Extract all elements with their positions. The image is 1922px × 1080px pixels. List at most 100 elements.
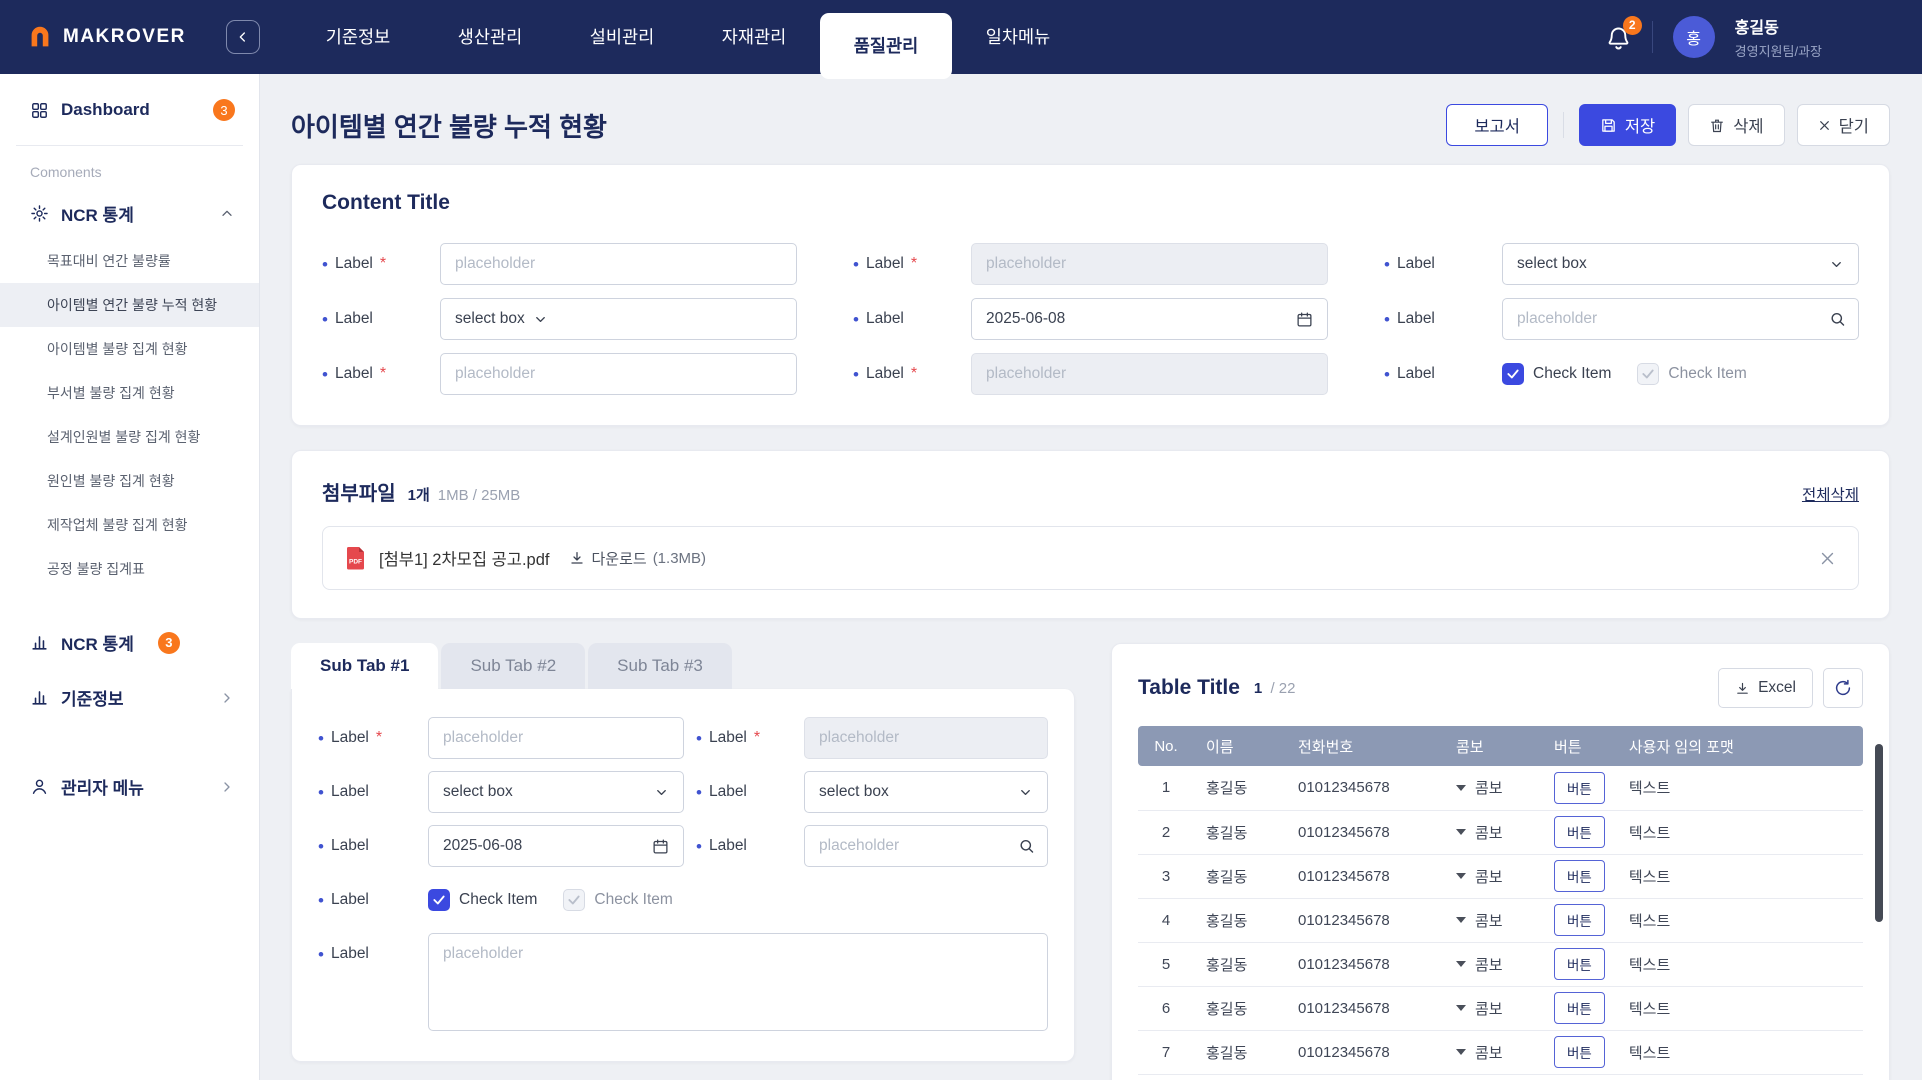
table-card: Table Title 1 / 22 Excel (1111, 643, 1890, 1080)
refresh-button[interactable] (1823, 668, 1863, 708)
sidebar-item-dashboard[interactable]: Dashboard 3 (0, 74, 259, 141)
table-column-header: 사용자 임의 포맷 (1617, 726, 1863, 766)
checkbox[interactable] (1502, 363, 1524, 385)
text-input[interactable] (440, 243, 797, 285)
delete-all-link[interactable]: 전체삭제 (1802, 483, 1859, 505)
row-button[interactable]: 버튼 (1554, 992, 1605, 1024)
row-button[interactable]: 버튼 (1554, 860, 1605, 892)
row-button[interactable]: 버튼 (1554, 904, 1605, 936)
search-input[interactable] (804, 825, 1048, 867)
combo-dropdown[interactable]: 콤보 (1456, 998, 1530, 1019)
sidebar-item-label: 관리자 메뉴 (61, 774, 144, 799)
field-control: 2025-06-08 (428, 825, 684, 867)
topnav-item[interactable]: 생산관리 (424, 0, 556, 74)
sidebar-collapse-button[interactable] (226, 20, 260, 54)
sidebar-sub-item[interactable]: 설계인원별 불량 집계 현황 (0, 415, 259, 459)
select-value: select box (443, 783, 513, 801)
select-box[interactable]: select box (1502, 243, 1859, 285)
content-card-title: Content Title (322, 191, 1859, 215)
file-remove-button[interactable] (1819, 550, 1836, 567)
bullet-dot: • (322, 311, 328, 328)
cell-name: 홍길동 (1194, 1030, 1286, 1074)
chevron-down-icon (1456, 785, 1466, 791)
ncr-submenu: 목표대비 연간 불량률아이템별 연간 불량 누적 현황아이템별 불량 집계 현황… (0, 239, 259, 591)
select-value: select box (1517, 255, 1587, 273)
sidebar-sub-item[interactable]: 제작업체 불량 집계 현황 (0, 503, 259, 547)
row-button[interactable]: 버튼 (1554, 948, 1605, 980)
subtab[interactable]: Sub Tab #3 (588, 643, 732, 689)
topnav-item[interactable]: 품질관리 (820, 13, 952, 79)
search-icon (1018, 838, 1035, 855)
sidebar-sub-item[interactable]: 공정 불량 집계표 (0, 547, 259, 591)
notification-button[interactable]: 2 (1605, 24, 1632, 51)
sidebar-sub-item[interactable]: 부서별 불량 집계 현황 (0, 371, 259, 415)
select-box[interactable]: select box (804, 771, 1048, 813)
field-control: Check ItemCheck Item (1502, 353, 1859, 395)
date-input[interactable]: 2025-06-08 (428, 825, 684, 867)
topnav-item[interactable]: 일차메뉴 (952, 0, 1084, 74)
subtab[interactable]: Sub Tab #2 (441, 643, 585, 689)
search-input[interactable] (1502, 298, 1859, 340)
field-label: •Label* (696, 717, 792, 759)
sidebar-sub-item[interactable]: 아이템별 불량 집계 현황 (0, 327, 259, 371)
field-control (440, 243, 797, 285)
sidebar-group-ncr[interactable]: NCR 통계 (0, 188, 259, 239)
chart-icon (30, 688, 49, 707)
combo-dropdown[interactable]: 콤보 (1456, 777, 1530, 798)
bullet-dot: • (318, 730, 324, 747)
select-box[interactable]: select box (428, 771, 684, 813)
topnav-item[interactable]: 설비관리 (556, 0, 688, 74)
sidebar-sub-item[interactable]: 아이템별 연간 불량 누적 현황 (0, 283, 259, 327)
row-button[interactable]: 버튼 (1554, 816, 1605, 848)
combo-dropdown[interactable]: 콤보 (1456, 822, 1530, 843)
attachment-title: 첨부파일 (322, 477, 396, 506)
sidebar-item-base-info[interactable]: 기준정보 (0, 670, 259, 725)
row-button[interactable]: 버튼 (1554, 772, 1605, 804)
excel-button[interactable]: Excel (1718, 668, 1813, 708)
text-input[interactable] (440, 353, 797, 395)
close-button[interactable]: 닫기 (1797, 104, 1890, 146)
calendar-icon (1296, 311, 1313, 328)
cell-phone: 01012345678 (1286, 766, 1444, 810)
field-label: •Label (318, 933, 416, 975)
sidebar-sub-item[interactable]: 원인별 불량 집계 현황 (0, 459, 259, 503)
download-link[interactable]: 다운로드(1.3MB) (569, 548, 706, 569)
text-input[interactable] (428, 717, 684, 759)
combo-dropdown[interactable]: 콤보 (1456, 954, 1530, 975)
textarea-input[interactable] (428, 933, 1048, 1031)
user-avatar[interactable]: 홍 (1673, 16, 1715, 58)
sidebar-sub-item[interactable]: 목표대비 연간 불량률 (0, 239, 259, 283)
ncr-stats-badge: 3 (158, 632, 180, 654)
report-button[interactable]: 보고서 (1446, 104, 1548, 146)
date-input[interactable]: 2025-06-08 (971, 298, 1328, 340)
user-name: 홍길동 (1735, 14, 1822, 38)
topnav-item[interactable]: 자재관리 (688, 0, 820, 74)
cell-phone: 01012345678 (1286, 854, 1444, 898)
checkbox[interactable] (428, 889, 450, 911)
table-scrollbar[interactable] (1875, 744, 1883, 922)
subtabs: Sub Tab #1Sub Tab #2Sub Tab #3 (291, 643, 1075, 689)
checkbox-item[interactable]: Check Item (1502, 363, 1611, 385)
cell-no: 1 (1138, 766, 1194, 810)
svg-text:PDF: PDF (349, 559, 362, 566)
delete-button[interactable]: 삭제 (1688, 104, 1784, 146)
cell-button: 버튼 (1542, 766, 1617, 810)
field-label: •Label (1384, 365, 1488, 383)
sidebar-item-admin-menu[interactable]: 관리자 메뉴 (0, 759, 259, 814)
select-box[interactable]: select box (440, 298, 797, 340)
subtab[interactable]: Sub Tab #1 (291, 643, 438, 689)
combo-dropdown[interactable]: 콤보 (1456, 910, 1530, 931)
topnav-item[interactable]: 기준정보 (292, 0, 424, 74)
sidebar-item-ncr-stats[interactable]: NCR 통계 3 (0, 615, 259, 670)
combo-dropdown[interactable]: 콤보 (1456, 1042, 1530, 1063)
field-label-text: Label (331, 945, 369, 963)
field-label-text: Label (709, 783, 747, 801)
sidebar: Dashboard 3 Comonents NCR 통계 목표대비 연간 불량률… (0, 74, 260, 1080)
checkbox-item[interactable]: Check Item (428, 889, 537, 911)
page-title: 아이템별 연간 불량 누적 현황 (291, 107, 607, 144)
combo-dropdown[interactable]: 콤보 (1456, 866, 1530, 887)
save-button[interactable]: 저장 (1579, 104, 1676, 146)
trash-icon (1709, 117, 1725, 134)
row-button[interactable]: 버튼 (1554, 1036, 1605, 1068)
subtab-form-grid: •Label*•Label*•Labelselect box•Labelsele… (318, 717, 1048, 1031)
